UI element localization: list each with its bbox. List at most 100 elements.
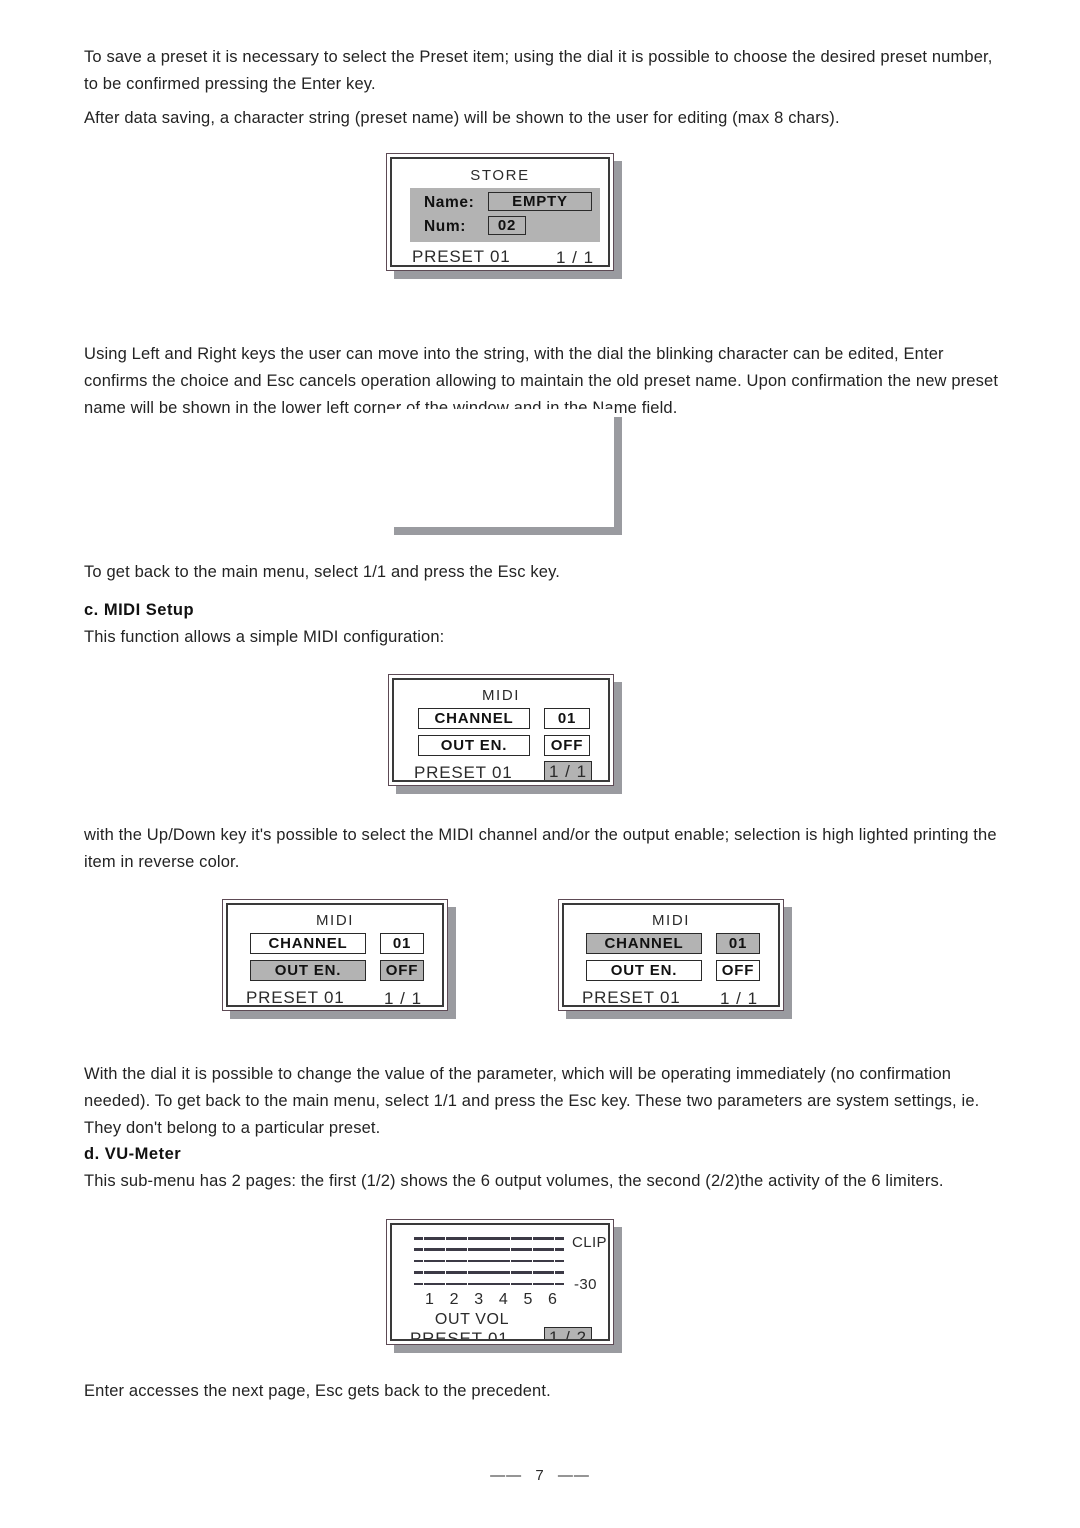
vu-preset-label: PRESET 01 bbox=[410, 1329, 509, 1341]
vu-segment bbox=[423, 1259, 445, 1263]
vu-segment bbox=[414, 1271, 423, 1274]
lcd-screen-midi-channel-selected: MIDI CHANNEL 01 OUT EN. OFF PRESET 01 1 … bbox=[558, 899, 792, 1019]
store-name-value[interactable]: EMPTY bbox=[488, 192, 592, 211]
lcd-screen-midi-main: MIDI CHANNEL 01 OUT EN. OFF PRESET 01 1 … bbox=[388, 674, 622, 794]
vu-segment bbox=[489, 1259, 511, 1263]
vu-segment bbox=[533, 1271, 555, 1274]
lcd-screen-blank bbox=[386, 409, 622, 535]
vu-column-1 bbox=[423, 1237, 445, 1285]
vu-segment bbox=[489, 1237, 511, 1240]
lcd-screen-store: STORE Name: EMPTY Num: 02 PRESET 01 1 / … bbox=[386, 153, 622, 279]
midi-channel-label[interactable]: CHANNEL bbox=[586, 933, 702, 954]
vu-segment bbox=[445, 1248, 467, 1251]
paragraph-dial-parameter: With the dial it is possible to change t… bbox=[84, 1065, 980, 1137]
midi-channel-value[interactable]: 01 bbox=[380, 933, 424, 954]
vu-channel-number: 2 bbox=[449, 1291, 459, 1308]
midi-channel-value[interactable]: 01 bbox=[544, 708, 590, 729]
vu-segment bbox=[554, 1248, 564, 1251]
lcd-inner-frame: CLIP -30 1 2 3 4 5 6 OUT VOL PRESET 01 1… bbox=[390, 1223, 610, 1341]
vu-column-6 bbox=[533, 1237, 555, 1285]
vu-segment bbox=[414, 1259, 423, 1263]
midi-outen-label[interactable]: OUT EN. bbox=[250, 960, 366, 981]
midi-channel-value[interactable]: 01 bbox=[716, 933, 760, 954]
vu-segment bbox=[533, 1248, 555, 1251]
vu-segment bbox=[423, 1237, 445, 1240]
midi-outen-value[interactable]: OFF bbox=[544, 735, 590, 756]
vu-segment bbox=[414, 1237, 423, 1240]
store-num-label: Num: bbox=[424, 218, 467, 235]
lcd-screen-midi-outen-selected: MIDI CHANNEL 01 OUT EN. OFF PRESET 01 1 … bbox=[222, 899, 456, 1019]
midi-outen-value[interactable]: OFF bbox=[380, 960, 424, 981]
vu-clip-label: CLIP bbox=[572, 1234, 607, 1251]
heading-midi-setup: c. MIDI Setup bbox=[84, 601, 195, 619]
vu-channel-number: 1 bbox=[425, 1291, 434, 1308]
vu-segment bbox=[467, 1237, 489, 1240]
vu-segment bbox=[467, 1248, 489, 1251]
vu-segment bbox=[533, 1237, 555, 1240]
vu-segment bbox=[489, 1248, 511, 1251]
store-name-label: Name: bbox=[424, 194, 475, 211]
vu-segment bbox=[445, 1282, 467, 1285]
vu-segment bbox=[414, 1248, 423, 1251]
vu-segment bbox=[511, 1237, 533, 1240]
vu-column-4 bbox=[489, 1237, 511, 1285]
vu-segment bbox=[414, 1282, 423, 1285]
vu-segment bbox=[489, 1282, 511, 1285]
vu-segment bbox=[489, 1271, 511, 1274]
lcd-screen-vu-meter: CLIP -30 1 2 3 4 5 6 OUT VOL PRESET 01 1… bbox=[386, 1219, 622, 1353]
midi-channel-label[interactable]: CHANNEL bbox=[250, 933, 366, 954]
lcd-inner-frame: STORE Name: EMPTY Num: 02 PRESET 01 1 / … bbox=[390, 157, 610, 267]
vu-column-scale-left bbox=[414, 1237, 423, 1285]
document-page: To save a preset it is necessary to sele… bbox=[0, 0, 1080, 1528]
midi-page-indicator[interactable]: 1 / 1 bbox=[544, 761, 592, 780]
midi-title: MIDI bbox=[651, 912, 691, 929]
vu-segment bbox=[423, 1248, 445, 1251]
store-num-value[interactable]: 02 bbox=[488, 216, 526, 235]
page-footer: —— 7 —— bbox=[0, 1467, 1080, 1484]
vu-column-scale-right bbox=[554, 1237, 564, 1285]
midi-outen-label[interactable]: OUT EN. bbox=[418, 735, 530, 756]
vu-segment bbox=[423, 1271, 445, 1274]
store-preset-label: PRESET 01 bbox=[412, 247, 511, 266]
midi-outen-value[interactable]: OFF bbox=[716, 960, 760, 981]
vu-column-3 bbox=[467, 1237, 489, 1285]
midi-outen-label[interactable]: OUT EN. bbox=[586, 960, 702, 981]
midi-title: MIDI bbox=[481, 687, 521, 704]
vu-segment bbox=[467, 1259, 489, 1263]
vu-channel-number: 5 bbox=[523, 1291, 533, 1308]
store-page-indicator[interactable]: 1 / 1 bbox=[552, 247, 598, 265]
vu-segment bbox=[533, 1259, 555, 1263]
vu-segment bbox=[554, 1271, 564, 1274]
vu-segment bbox=[511, 1271, 533, 1274]
vu-channel-numbers: 1 2 3 4 5 6 bbox=[425, 1291, 557, 1309]
vu-column-2 bbox=[445, 1237, 467, 1285]
lcd-inner-frame bbox=[386, 409, 614, 527]
footer-rule-right: —— bbox=[557, 1467, 590, 1484]
vu-channel-number: 6 bbox=[548, 1291, 557, 1308]
midi-channel-label[interactable]: CHANNEL bbox=[418, 708, 530, 729]
midi-preset-label: PRESET 01 bbox=[246, 988, 345, 1007]
vu-floor-label: -30 bbox=[574, 1276, 597, 1293]
vu-page-indicator[interactable]: 1 / 2 bbox=[544, 1327, 592, 1339]
paragraph-back-to-main-menu: To get back to the main menu, select 1/1… bbox=[84, 563, 560, 581]
vu-segment bbox=[511, 1259, 533, 1263]
midi-title: MIDI bbox=[315, 912, 355, 929]
vu-segment bbox=[467, 1282, 489, 1285]
vu-segment bbox=[467, 1271, 489, 1274]
vu-column-5 bbox=[511, 1237, 533, 1285]
vu-segment bbox=[554, 1259, 564, 1263]
vu-channel-number: 4 bbox=[498, 1291, 508, 1308]
midi-page-indicator[interactable]: 1 / 1 bbox=[716, 988, 762, 1005]
paragraph-enter-next-page: Enter accesses the next page, Esc gets b… bbox=[84, 1382, 551, 1400]
vu-segment bbox=[423, 1282, 445, 1285]
midi-page-indicator[interactable]: 1 / 1 bbox=[380, 988, 426, 1005]
lcd-inner-frame: MIDI CHANNEL 01 OUT EN. OFF PRESET 01 1 … bbox=[392, 678, 610, 782]
paragraph-updown-key: with the Up/Down key it's possible to se… bbox=[84, 826, 997, 871]
page-number: 7 bbox=[535, 1467, 545, 1484]
paragraph-midi-config: This function allows a simple MIDI confi… bbox=[84, 628, 445, 646]
footer-rule-left: —— bbox=[490, 1467, 523, 1484]
vu-segment bbox=[511, 1282, 533, 1285]
midi-preset-label: PRESET 01 bbox=[582, 988, 681, 1007]
vu-segment bbox=[554, 1237, 564, 1240]
vu-segment bbox=[554, 1282, 564, 1285]
